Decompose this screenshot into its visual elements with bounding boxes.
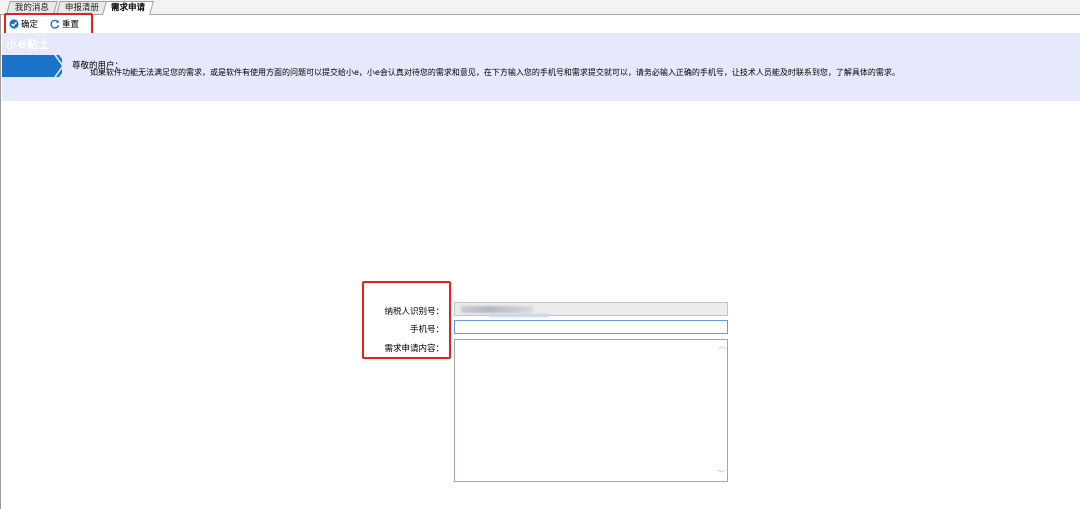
tip-badge-shape — [2, 55, 62, 77]
taxpayer-id-field — [454, 302, 728, 317]
phone-input[interactable] — [454, 320, 728, 334]
taxpayer-id-redacted-underline — [489, 314, 549, 317]
scroll-down-icon[interactable]: ﹀ — [718, 471, 725, 478]
taxpayer-id-redacted — [461, 306, 533, 313]
toolbar: 确定 重置 — [2, 15, 1078, 32]
tab-strip: 我的消息 申报清册 需求申请 — [0, 0, 1080, 15]
demand-textarea[interactable] — [454, 339, 728, 482]
tip-message: 如果软件功能无法满足您的需求，或是软件有使用方面的问题可以提交给小e，小e会认真… — [90, 68, 900, 77]
labels-highlight-box — [362, 281, 451, 359]
tip-banner: 小e贴士 尊敬的用户： 如果软件功能无法满足您的需求，或是软件有使用方面的问题可… — [2, 33, 1080, 101]
demand-scrollbar[interactable]: ︿ ﹀ — [715, 340, 727, 481]
window-left-border — [0, 0, 1, 509]
tab-demand-request[interactable]: 需求申请 — [102, 1, 154, 15]
scroll-up-icon[interactable]: ︿ — [718, 343, 725, 350]
tip-badge-label: 小e贴士 — [6, 37, 50, 52]
